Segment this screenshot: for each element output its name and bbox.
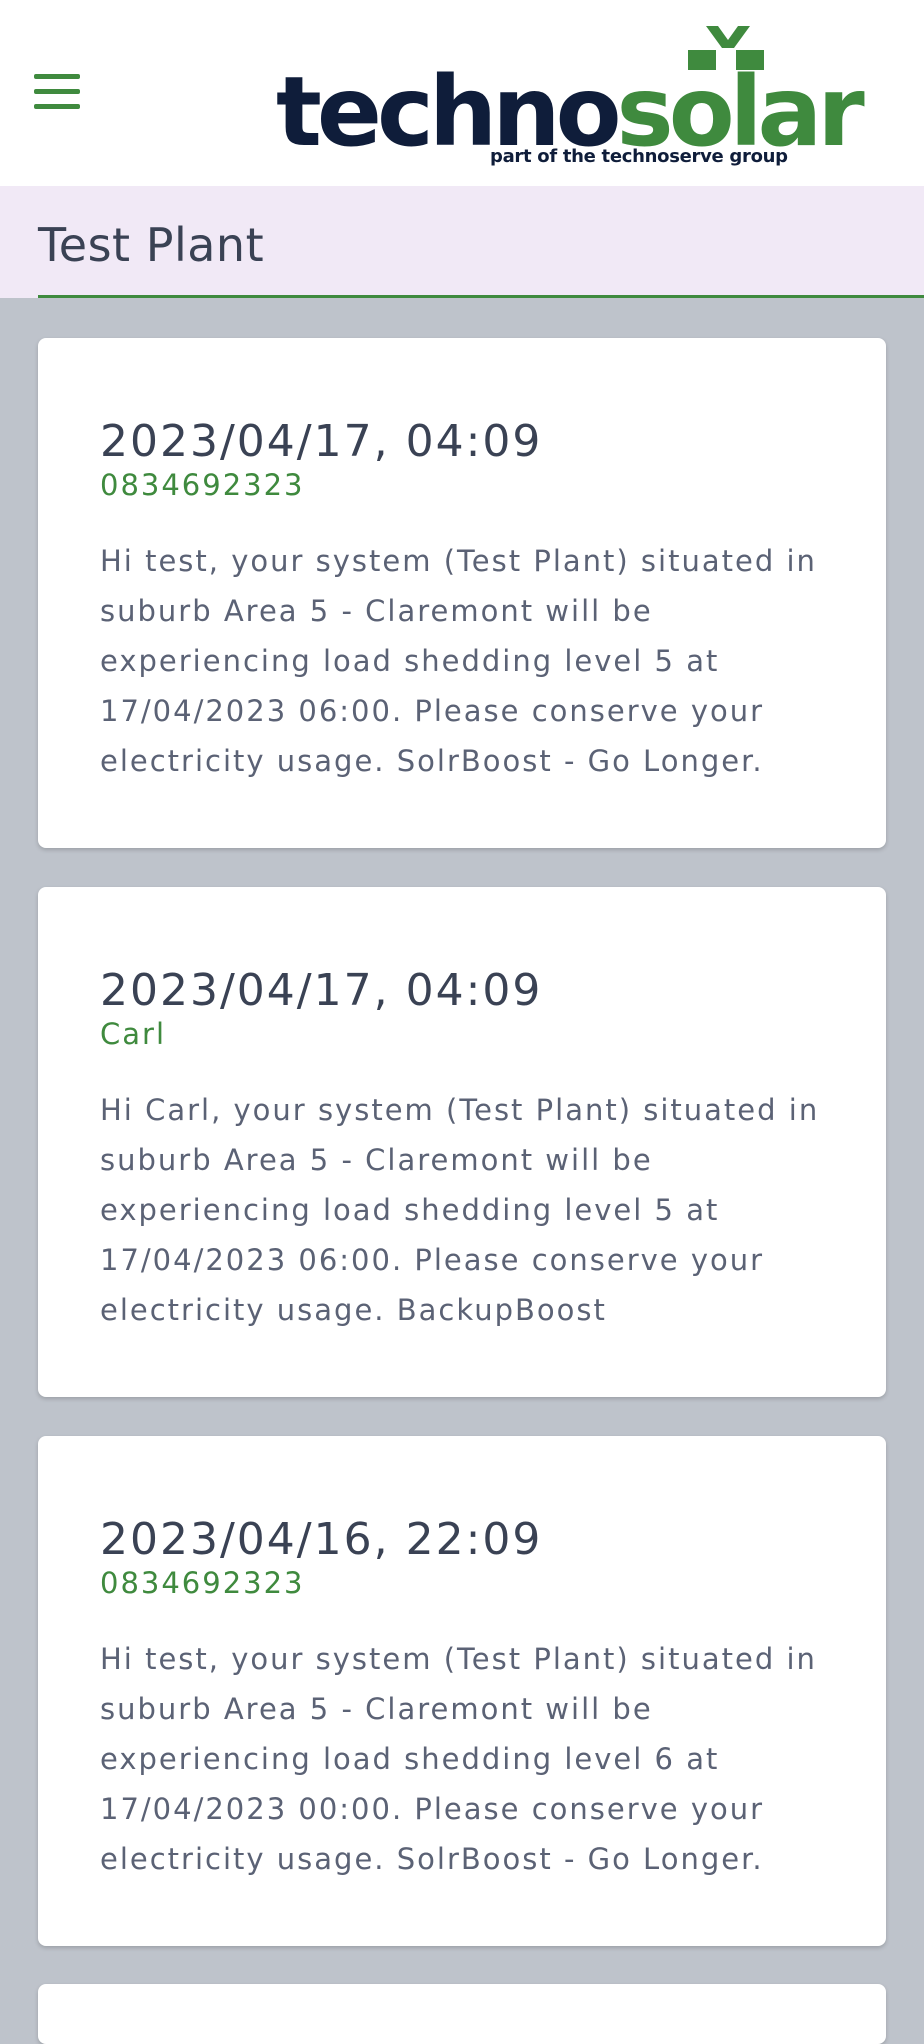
notification-sender: 0834692323 — [100, 468, 305, 502]
title-divider — [38, 295, 924, 298]
page-title: Test Plant — [38, 218, 265, 272]
notification-message: Hi test, your system (Test Plant) situat… — [100, 544, 817, 778]
top-app-bar: technosolar part of the technoserve grou… — [0, 0, 924, 186]
notification-card-partial[interactable] — [38, 1984, 886, 2044]
notification-date: 2023/04/16, 22:09 — [100, 1514, 543, 1565]
notification-message: Hi test, your system (Test Plant) situat… — [100, 1642, 817, 1876]
plant-header: Test Plant — [0, 186, 924, 298]
notification-card[interactable]: 2023/04/17, 04:09 Carl Hi Carl, your sys… — [38, 887, 886, 1397]
notification-date: 2023/04/17, 04:09 — [100, 965, 543, 1016]
notification-card[interactable]: 2023/04/16, 22:09 0834692323 Hi test, yo… — [38, 1436, 886, 1946]
notification-sender: Carl — [100, 1017, 166, 1051]
hamburger-menu-icon[interactable] — [34, 74, 80, 110]
notification-card[interactable]: 2023/04/17, 04:09 0834692323 Hi test, yo… — [38, 338, 886, 848]
notification-sender: 0834692323 — [100, 1566, 305, 1600]
notification-date: 2023/04/17, 04:09 — [100, 416, 543, 467]
notification-message: Hi Carl, your system (Test Plant) situat… — [100, 1093, 820, 1327]
logo-tagline: part of the technoserve group — [490, 146, 788, 167]
technosolar-logo: technosolar part of the technoserve grou… — [276, 26, 865, 172]
